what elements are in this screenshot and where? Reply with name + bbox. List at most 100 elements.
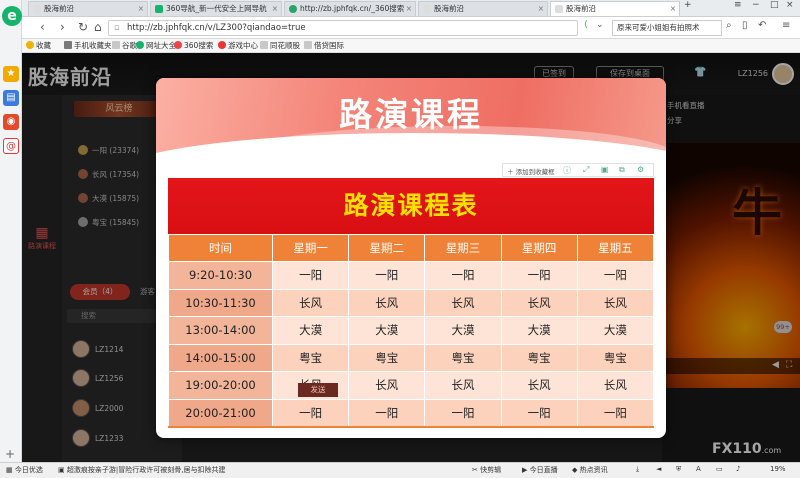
host-cell: 长风: [424, 288, 502, 317]
tab-label: 360导航_新一代安全上网导航: [166, 4, 267, 13]
table-header-row: 时间 星期一 星期二 星期三 星期四 星期五: [168, 234, 655, 262]
sound-icon[interactable]: ♪: [736, 465, 740, 473]
status-label: 热点资讯: [579, 466, 608, 474]
schedule-table: 时间 星期一 星期二 星期三 星期四 星期五 9:20-10:30 一阳 一阳 …: [168, 234, 655, 427]
image-icon[interactable]: ▭: [716, 465, 723, 473]
gear-icon[interactable]: ⚙: [637, 165, 644, 174]
weibo-icon[interactable]: ◉: [3, 114, 19, 130]
home-icon[interactable]: ⌂: [94, 20, 102, 34]
status-news[interactable]: ◆ 热点资讯: [572, 465, 608, 475]
bookmark-label: 360搜索: [184, 41, 214, 50]
minimize-icon[interactable]: −: [752, 0, 760, 10]
shield-icon[interactable]: ⛨: [676, 465, 681, 474]
new-tab-icon[interactable]: +: [684, 0, 692, 10]
table-row: 14:00-15:00 粤宝 粤宝 粤宝 粤宝 粤宝: [168, 343, 655, 372]
back-icon[interactable]: ‹: [40, 20, 45, 34]
host-cell: 一阳: [348, 398, 426, 427]
window-close-icon[interactable]: ×: [786, 0, 794, 10]
bookmark-favorites[interactable]: 收藏: [26, 40, 51, 52]
url-field[interactable]: ▫ http://zb.jphfqk.cn/v/LZ300?qiandao=tr…: [108, 20, 578, 36]
save-icon[interactable]: ▣: [601, 165, 609, 174]
close-icon[interactable]: ×: [670, 2, 676, 16]
more-icon[interactable]: ≡: [782, 20, 790, 31]
info-icon[interactable]: ⓘ: [563, 165, 571, 176]
daily-picks-link[interactable]: ▦ 今日优选: [6, 465, 43, 475]
search-icon[interactable]: ⌕: [726, 20, 732, 31]
zoom-level[interactable]: 19%: [770, 465, 786, 473]
mail-icon[interactable]: @: [3, 138, 19, 154]
browser-status-bar: ▦ 今日优选 ▣ 超激痕按亲子游|冒险行政许可被刻骨,居与扣除共建 ✂ 快剪辑 …: [0, 462, 800, 478]
forward-icon[interactable]: ›: [60, 20, 65, 34]
bookmark-games[interactable]: 游戏中心: [218, 40, 258, 52]
bookmark-google[interactable]: 谷歌: [112, 40, 137, 52]
status-label: 快剪辑: [480, 466, 502, 474]
host-cell: 一阳: [271, 398, 350, 427]
tab-1[interactable]: 360导航_新一代安全上网导航 ×: [150, 1, 282, 16]
reload-icon[interactable]: ↻: [78, 20, 88, 34]
bookmark-sites[interactable]: 网址大全: [136, 40, 176, 52]
send-button[interactable]: 发送: [298, 383, 338, 397]
news-text: 超激痕按亲子游|冒险行政许可被刻骨,居与扣除共建: [66, 466, 226, 474]
host-cell: 大漠: [271, 316, 350, 345]
host-cell: 长风: [271, 288, 350, 317]
tab-3[interactable]: 股海前沿 ×: [418, 1, 548, 16]
host-cell: 长风: [500, 288, 578, 317]
host-cell: 大漠: [424, 316, 502, 345]
column-header: 时间: [168, 234, 273, 262]
modal-header: 路演课程: [156, 78, 666, 213]
host-cell: 一阳: [576, 261, 655, 290]
host-cell: 粤宝: [271, 343, 350, 372]
reader-icon[interactable]: ▤: [3, 90, 19, 106]
page-icon: [260, 41, 268, 49]
open-icon[interactable]: ⧉: [619, 165, 625, 175]
browser-logo-icon[interactable]: e: [2, 6, 22, 26]
close-icon[interactable]: ×: [272, 2, 278, 16]
host-cell: 粤宝: [576, 343, 655, 372]
host-cell: 一阳: [500, 398, 578, 427]
favorites-star-icon[interactable]: ★: [3, 66, 19, 82]
tab-bar: 股海前沿 × 360导航_新一代安全上网导航 × http://zb.jphfq…: [22, 0, 800, 17]
close-icon[interactable]: ×: [406, 2, 412, 16]
chevron-down-icon[interactable]: ⌄: [596, 20, 604, 30]
bookmark-loans[interactable]: 借贷国际: [304, 40, 344, 52]
close-icon[interactable]: ×: [138, 2, 144, 16]
360-icon: [155, 5, 163, 13]
share-icon[interactable]: ⟨: [584, 20, 588, 30]
close-icon[interactable]: ×: [538, 2, 544, 16]
bookmark-360search[interactable]: 360搜索: [174, 40, 213, 52]
expand-icon[interactable]: ⤢: [583, 165, 589, 175]
tab-4-active[interactable]: 股海前沿 ×: [550, 1, 680, 16]
column-header: 星期四: [500, 234, 578, 262]
translate-icon[interactable]: A: [696, 465, 701, 473]
bookmark-mobile[interactable]: 手机收藏夹: [64, 40, 112, 52]
360-icon: [136, 41, 144, 49]
page-info-icon[interactable]: ▫: [114, 21, 120, 35]
search-input[interactable]: 原来可爱小姐姐有拍照术: [612, 20, 722, 36]
add-icon[interactable]: +: [5, 447, 15, 461]
daily-picks-label: 今日优选: [14, 466, 43, 474]
tablet-icon[interactable]: ▯: [742, 20, 748, 31]
game-icon: [218, 41, 226, 49]
bookmark-stocks[interactable]: 同花顺股: [260, 40, 300, 52]
status-quickclip[interactable]: ✂ 快剪辑: [472, 465, 501, 475]
table-row: 20:00-21:00 一阳 一阳 一阳 一阳 一阳: [168, 398, 655, 427]
host-cell: 粤宝: [500, 343, 578, 372]
tab-2[interactable]: http://zb.jphfqk.cn/_360搜索 ×: [284, 1, 416, 16]
add-to-clip-button[interactable]: ＋ 添加到收藏框: [507, 166, 555, 176]
bookmark-label: 收藏: [36, 41, 51, 50]
page-icon: [33, 5, 41, 13]
speaker-icon[interactable]: ◄: [656, 465, 661, 473]
table-bottom-border: [168, 426, 654, 428]
undo-icon[interactable]: ↶: [758, 20, 766, 31]
add-label: 添加到收藏框: [515, 168, 555, 176]
host-cell: 一阳: [576, 398, 655, 427]
bookmark-label: 借贷国际: [314, 41, 344, 50]
page-icon: [555, 5, 563, 13]
status-live[interactable]: ▶ 今日直播: [522, 465, 558, 475]
menu-icon[interactable]: ≡: [734, 0, 742, 10]
news-ticker[interactable]: ▣ 超激痕按亲子游|冒险行政许可被刻骨,居与扣除共建: [58, 465, 225, 475]
download-icon[interactable]: ⤓: [636, 465, 639, 474]
maximize-icon[interactable]: □: [770, 0, 779, 10]
tab-0[interactable]: 股海前沿 ×: [28, 1, 148, 16]
url-text: http://zb.jphfqk.cn/v/LZ300?qiandao=true: [127, 23, 306, 33]
